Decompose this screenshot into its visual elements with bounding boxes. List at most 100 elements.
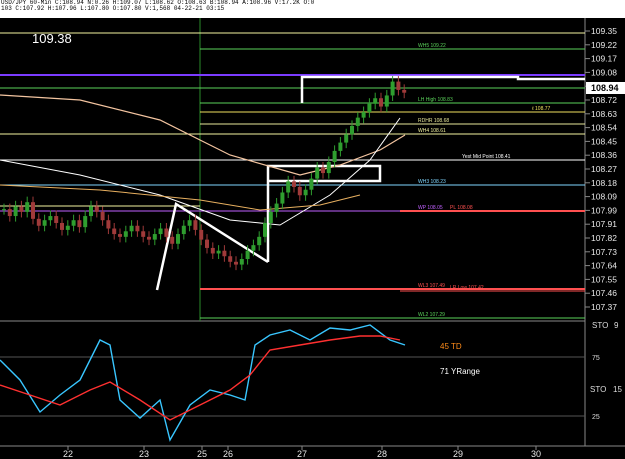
candle-body bbox=[94, 206, 99, 212]
y-tick-label: 109.08 bbox=[591, 67, 617, 77]
candle-body bbox=[54, 216, 59, 223]
candle-body bbox=[112, 228, 117, 235]
candle-body bbox=[402, 89, 407, 93]
candle-body bbox=[2, 209, 6, 211]
y-tick-label: 109.35 bbox=[591, 26, 617, 36]
x-tick-label: 23 bbox=[139, 449, 149, 459]
candle-body bbox=[152, 234, 157, 240]
y-tick-label: 108.36 bbox=[591, 150, 617, 160]
y-tick-label: 107.73 bbox=[591, 247, 617, 257]
candle-body bbox=[25, 202, 30, 212]
candle-body bbox=[205, 239, 209, 248]
candle-body bbox=[350, 125, 354, 135]
y-tick-label: 107.64 bbox=[591, 261, 617, 271]
candle-body bbox=[158, 228, 163, 235]
price-chart[interactable]: WH5 109.22 LH High 108.83 ℓ 108.77 RDHR 108… bbox=[0, 0, 625, 459]
level-label: WL2 107.29 bbox=[418, 312, 445, 318]
td-label: 45 TD bbox=[440, 342, 462, 351]
candle-body bbox=[210, 247, 215, 254]
x-tick-label: 22 bbox=[63, 449, 73, 459]
x-tick-label: 30 bbox=[531, 449, 541, 459]
candle-body bbox=[338, 142, 343, 151]
x-tick-label: 29 bbox=[453, 449, 463, 459]
level-label: ℓ 108.77 bbox=[532, 106, 551, 112]
candle-body bbox=[147, 236, 151, 240]
x-tick-label: 25 bbox=[197, 449, 207, 459]
candle-body bbox=[321, 167, 325, 174]
candle-body bbox=[164, 228, 169, 237]
candle-body bbox=[187, 220, 192, 226]
sto-mid-value: 15 bbox=[613, 385, 622, 394]
candle-body bbox=[384, 95, 389, 107]
candle-body bbox=[60, 222, 64, 230]
candle-body bbox=[89, 206, 93, 217]
candle-body bbox=[251, 245, 256, 251]
y-tick-label: 107.46 bbox=[591, 288, 617, 298]
candle-body bbox=[129, 225, 134, 232]
y-tick-label: 108.45 bbox=[591, 136, 617, 146]
y-tick-label: 109.22 bbox=[591, 40, 617, 50]
candle-body bbox=[297, 186, 302, 196]
y-tick-label: 108.27 bbox=[591, 164, 617, 174]
candle-body bbox=[390, 81, 395, 96]
candle-body bbox=[234, 261, 238, 265]
candle-body bbox=[77, 220, 82, 228]
candle-body bbox=[326, 161, 331, 174]
sto-top-value: 9 bbox=[614, 321, 619, 330]
candle-body bbox=[19, 206, 24, 212]
candle-body bbox=[361, 112, 366, 118]
candle-body bbox=[239, 259, 244, 265]
candle-body bbox=[7, 209, 12, 217]
candle-body bbox=[135, 225, 140, 232]
candle-body bbox=[141, 231, 146, 237]
candle-body bbox=[280, 192, 285, 204]
candle-body bbox=[118, 234, 122, 237]
level-label: Yest Mid Point 108.41 bbox=[462, 154, 511, 160]
level-label: RDHR 108.68 bbox=[418, 118, 449, 124]
y-tick-label: 108.18 bbox=[591, 178, 617, 188]
y-tick-label: 107.91 bbox=[591, 219, 617, 229]
level-label: PL 108.08 bbox=[450, 205, 473, 211]
candle-body bbox=[42, 220, 47, 226]
x-tick-label: 28 bbox=[377, 449, 387, 459]
candle-body bbox=[355, 117, 360, 126]
yrange-label: 71 YRange bbox=[440, 367, 480, 376]
level-label: WH5 109.22 bbox=[418, 43, 446, 49]
candle-body bbox=[181, 225, 186, 235]
last-price-label: 108.94 bbox=[591, 83, 619, 93]
level-label: LR Low 107.42 bbox=[450, 285, 484, 291]
sto-mid-label: STO bbox=[590, 385, 606, 394]
candle-body bbox=[268, 211, 273, 223]
y-tick-label: 108.54 bbox=[591, 123, 617, 133]
y-tick-label: 109.17 bbox=[591, 54, 617, 64]
candle-body bbox=[373, 98, 378, 104]
candle-body bbox=[315, 167, 320, 179]
candle-body bbox=[100, 211, 105, 221]
y-tick-label: 107.99 bbox=[591, 205, 617, 215]
y-tick-label: 108.63 bbox=[591, 109, 617, 119]
sto-tick-25: 25 bbox=[592, 414, 600, 421]
candle-body bbox=[292, 181, 296, 187]
candle-body bbox=[193, 220, 198, 230]
y-tick-label: 108.72 bbox=[591, 95, 617, 105]
big-price-label: 109.38 bbox=[32, 31, 72, 46]
sto-top-label: STO bbox=[592, 321, 608, 330]
candle-body bbox=[367, 103, 372, 113]
candle-body bbox=[274, 203, 279, 212]
chart-background bbox=[0, 18, 625, 459]
y-tick-label: 108.09 bbox=[591, 192, 617, 202]
candle-body bbox=[228, 256, 233, 262]
candle-body bbox=[303, 189, 308, 196]
candle-body bbox=[71, 220, 76, 226]
candle-body bbox=[257, 236, 262, 246]
candle-body bbox=[245, 250, 250, 260]
candle-body bbox=[222, 250, 227, 257]
candle-body bbox=[31, 202, 35, 219]
sto-tick-75: 75 bbox=[592, 355, 600, 362]
level-label: WH4 108.61 bbox=[418, 128, 446, 134]
candle-body bbox=[344, 134, 349, 143]
candle-body bbox=[13, 206, 18, 217]
candle-body bbox=[65, 225, 70, 230]
candle-body bbox=[286, 181, 291, 193]
candle-body bbox=[263, 222, 267, 237]
